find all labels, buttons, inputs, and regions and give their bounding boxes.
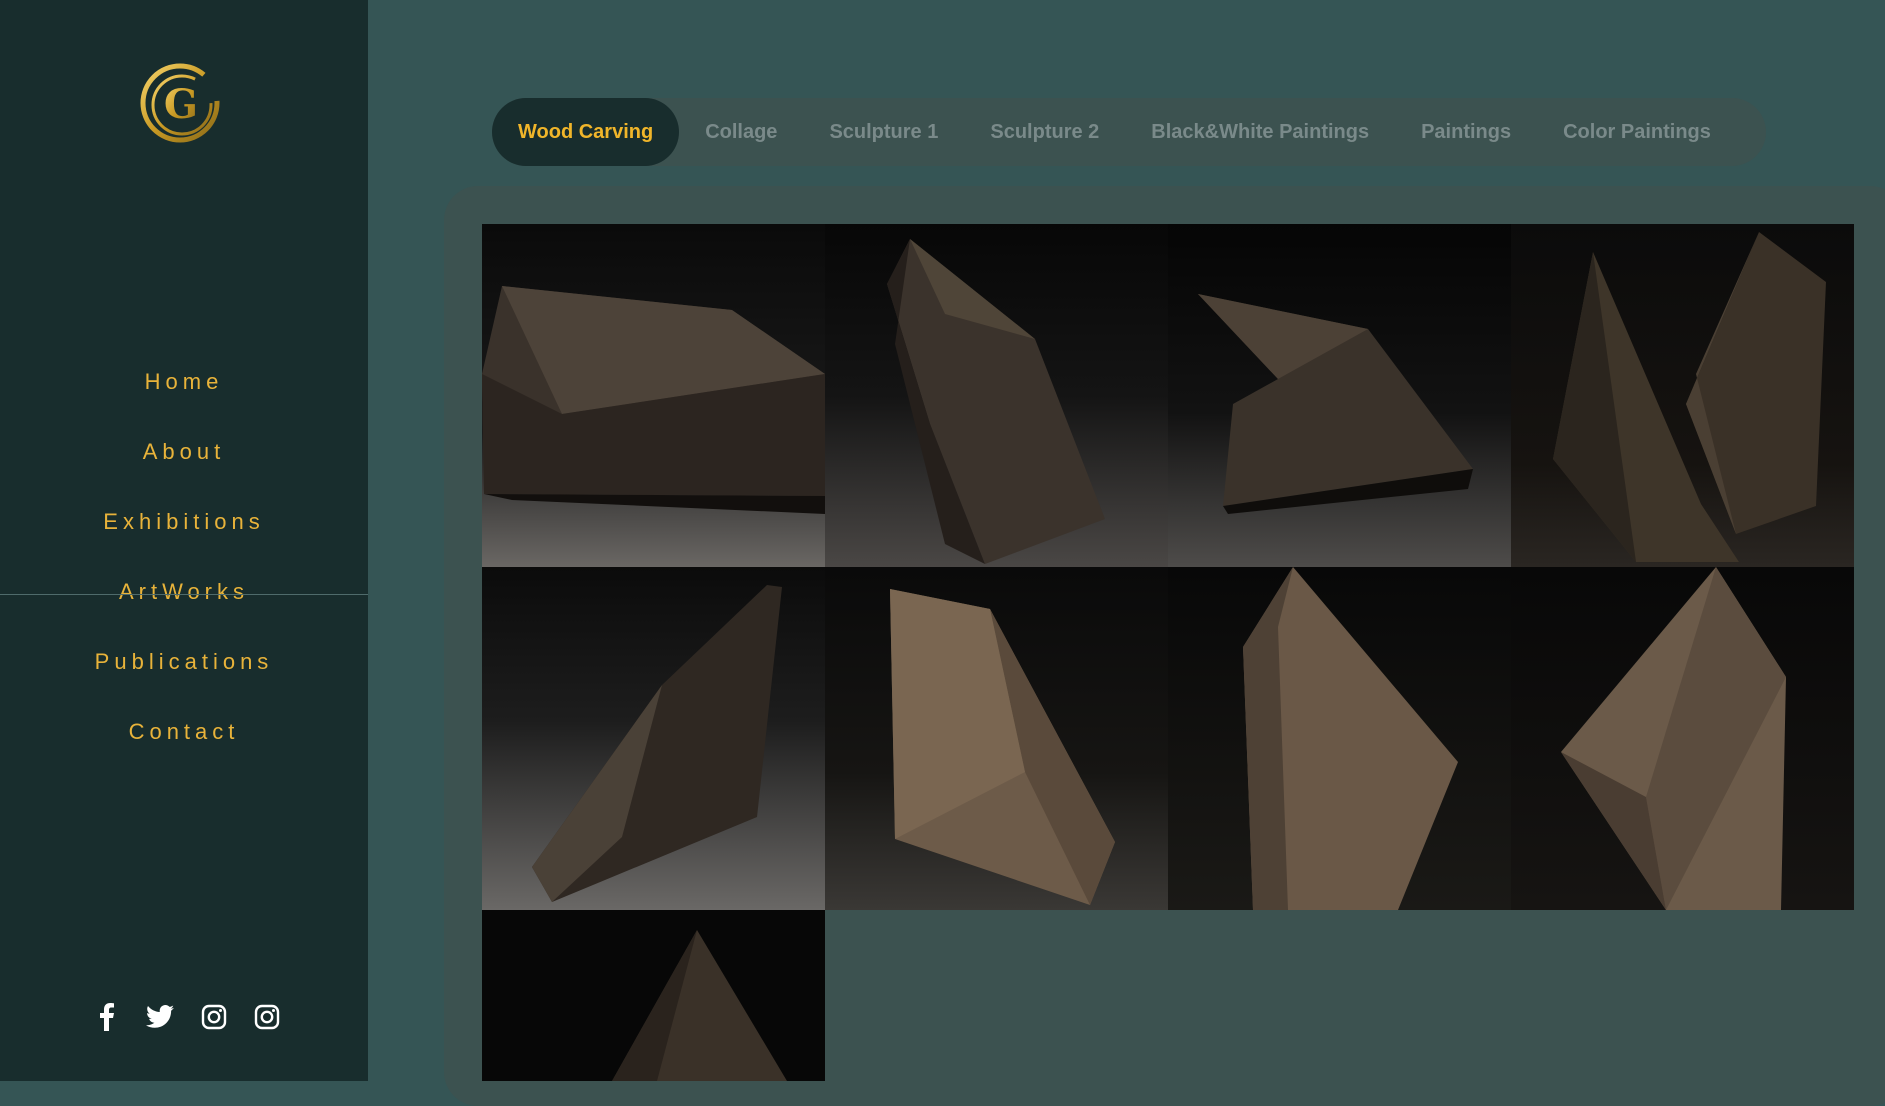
tab-paintings[interactable]: Paintings: [1395, 98, 1537, 166]
tab-collage[interactable]: Collage: [679, 98, 803, 166]
nav-divider: [0, 594, 368, 595]
gallery-item[interactable]: [825, 224, 1168, 567]
nav-item-home[interactable]: Home: [0, 358, 368, 428]
logo-letter: G: [164, 81, 198, 128]
gallery-item[interactable]: [1511, 567, 1854, 910]
gallery-item[interactable]: [1511, 224, 1854, 567]
instagram-icon[interactable]: [252, 1002, 282, 1032]
logo-emblem-icon: G: [140, 63, 220, 143]
sidebar: G Home About Exhibitions ArtWorks Public…: [0, 0, 368, 1081]
nav-item-contact[interactable]: Contact: [0, 708, 368, 778]
gallery-item[interactable]: [482, 224, 825, 567]
gallery-item[interactable]: [1168, 224, 1511, 567]
nav-item-publications[interactable]: Publications: [0, 638, 368, 708]
main-nav: Home About Exhibitions ArtWorks Publicat…: [0, 358, 368, 778]
gallery-item[interactable]: [1168, 567, 1511, 910]
tab-color-paintings[interactable]: Color Paintings: [1537, 98, 1737, 166]
instagram-icon[interactable]: [199, 1002, 229, 1032]
tab-sculpture-2[interactable]: Sculpture 2: [964, 98, 1125, 166]
gallery-item[interactable]: [482, 910, 825, 1081]
tab-wood-carving[interactable]: Wood Carving: [492, 98, 680, 166]
nav-item-exhibitions[interactable]: Exhibitions: [0, 498, 368, 568]
tab-sculpture-1[interactable]: Sculpture 1: [803, 98, 964, 166]
logo[interactable]: G: [136, 62, 226, 144]
facebook-icon[interactable]: [92, 1002, 122, 1032]
gallery-item[interactable]: [825, 567, 1168, 910]
nav-item-about[interactable]: About: [0, 428, 368, 498]
social-links: [92, 1000, 282, 1034]
nav-item-artworks[interactable]: ArtWorks: [0, 568, 368, 638]
gallery-item[interactable]: [482, 567, 825, 910]
tab-black-white-paintings[interactable]: Black&White Paintings: [1125, 98, 1395, 166]
twitter-icon[interactable]: [145, 1002, 175, 1032]
category-tabs: Wood Carving Collage Sculpture 1 Sculptu…: [492, 98, 1766, 166]
